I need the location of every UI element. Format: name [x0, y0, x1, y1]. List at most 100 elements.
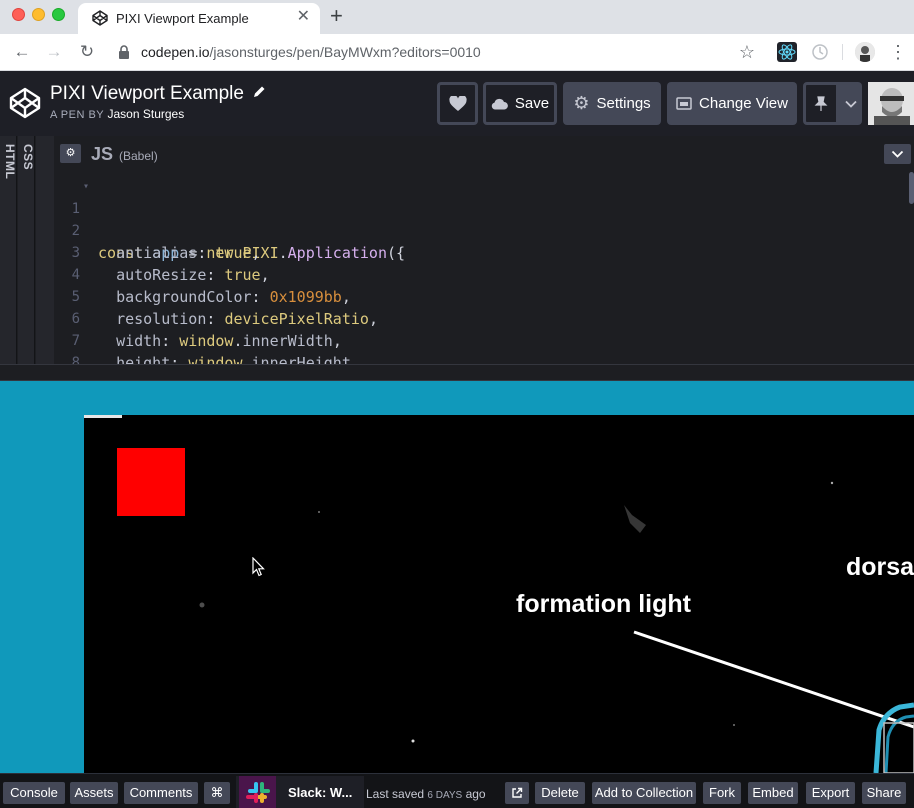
editor-scrollbar[interactable] — [909, 172, 914, 204]
preview-pane[interactable]: formation light dorsa — [0, 381, 914, 773]
profile-avatar-icon[interactable] — [855, 42, 875, 62]
code-line: 1 ▾ const app = new PIXI.Application({ — [54, 176, 406, 262]
save-label: Save — [514, 95, 550, 112]
code-token: true — [215, 244, 252, 262]
code-token: window — [179, 332, 234, 350]
codepen-logo-icon[interactable] — [9, 87, 41, 119]
js-settings-gear-icon[interactable]: ⚙ — [60, 144, 81, 163]
code-token: antialias — [116, 244, 198, 262]
code-line: 2 antialias: true, — [54, 198, 261, 262]
code-token: . — [233, 332, 243, 350]
export-button[interactable]: Export — [806, 782, 855, 804]
layout-icon — [676, 97, 692, 110]
slack-logo-icon — [239, 776, 276, 808]
embed-button[interactable]: Embed — [748, 782, 798, 804]
codepen-favicon-icon — [92, 10, 108, 26]
code-token: devicePixelRatio — [224, 310, 369, 328]
code-token: Application — [287, 244, 387, 262]
open-external-button[interactable] — [505, 782, 529, 804]
code-token: , — [260, 266, 270, 284]
fork-button[interactable]: Fork — [703, 782, 741, 804]
editor-resize-handle[interactable] — [0, 364, 914, 381]
tab-title: PIXI Viewport Example — [116, 11, 249, 26]
tab-close-icon[interactable]: ✕ — [297, 8, 310, 26]
editor-collapse-button[interactable] — [884, 144, 911, 164]
external-link-icon — [512, 787, 523, 798]
html-tab-label: HTML — [3, 144, 17, 180]
pin-dropdown-button[interactable] — [839, 82, 862, 125]
fold-arrow-icon[interactable]: ▾ — [83, 176, 89, 198]
editor-area: HTML CSS ⚙ JS (Babel) 1 ▾ const app = ne… — [0, 136, 914, 394]
new-tab-icon[interactable]: + — [330, 3, 343, 29]
html-editor-tab[interactable]: HTML — [0, 136, 17, 368]
browser-tab[interactable]: PIXI Viewport Example ✕ — [78, 3, 320, 34]
comments-button[interactable]: Comments — [124, 782, 198, 804]
url-path: /jasonsturges/pen/BayMWxm?editors=0010 — [209, 44, 481, 60]
pencil-icon[interactable] — [252, 85, 266, 99]
address-bar: ← → ↻ codepen.io/jasonsturges/pen/BayMWx… — [0, 34, 914, 71]
user-avatar[interactable] — [868, 82, 914, 125]
chevron-down-icon — [891, 150, 904, 158]
js-code-editor[interactable]: 1 ▾ const app = new PIXI.Application({ 2… — [54, 176, 914, 394]
bookmark-star-icon[interactable]: ☆ — [737, 42, 757, 62]
code-token: autoResize — [116, 266, 207, 284]
code-token: . — [278, 244, 288, 262]
change-view-button[interactable]: Change View — [667, 82, 797, 125]
minimize-window-button[interactable] — [32, 8, 45, 21]
author-link[interactable]: Jason Sturges — [108, 107, 185, 121]
code-token: width — [116, 332, 162, 350]
assets-button[interactable]: Assets — [70, 782, 118, 804]
settings-button[interactable]: ⚙ Settings — [563, 82, 661, 125]
code-token: : — [197, 244, 216, 262]
settings-label: Settings — [596, 95, 651, 112]
label-formation-light: formation light — [516, 590, 691, 618]
toolbar-separator — [842, 44, 843, 60]
url-field[interactable]: codepen.io/jasonsturges/pen/BayMWxm?edit… — [141, 44, 481, 60]
pin-button[interactable] — [803, 82, 839, 125]
save-button[interactable]: Save — [483, 82, 557, 125]
console-button[interactable]: Console — [3, 782, 65, 804]
code-token: , — [332, 332, 342, 350]
code-line: 8 }); — [54, 330, 126, 394]
code-line: 5 resolution: devicePixelRatio, — [54, 264, 378, 328]
css-editor-tab[interactable]: CSS — [18, 136, 35, 368]
code-line: 4 backgroundColor: 0x1099bb, — [54, 242, 351, 306]
code-token: true — [224, 266, 261, 284]
love-button[interactable] — [437, 82, 478, 125]
last-saved-prefix: Last saved — [366, 787, 425, 801]
url-host: codepen.io — [141, 44, 210, 60]
pixi-canvas[interactable]: formation light dorsa — [84, 415, 914, 773]
browser-menu-icon[interactable]: ⋮ — [888, 42, 908, 62]
js-editor-header: ⚙ JS (Babel) — [54, 136, 914, 172]
last-saved-when: 6 DAYS — [427, 790, 463, 801]
share-button[interactable]: Share — [862, 782, 906, 804]
pen-title[interactable]: PIXI Viewport Example — [50, 83, 244, 105]
cloud-icon — [491, 98, 508, 109]
add-to-collection-button[interactable]: Add to Collection — [592, 782, 696, 804]
code-token: ({ — [387, 244, 406, 262]
codepen-header: PIXI Viewport Example A PEN BY Jason Stu… — [0, 71, 914, 136]
reload-icon[interactable]: ↻ — [76, 41, 98, 63]
red-square-sprite[interactable] — [117, 448, 185, 516]
extension-timer-icon[interactable] — [810, 42, 830, 62]
browser-tabstrip: PIXI Viewport Example ✕ + — [0, 0, 914, 34]
code-token: resolution — [116, 310, 207, 328]
forward-arrow-icon[interactable]: → — [43, 41, 65, 63]
back-arrow-icon[interactable]: ← — [11, 41, 33, 63]
code-token: , — [368, 310, 378, 328]
code-token: : — [206, 266, 225, 284]
delete-button[interactable]: Delete — [535, 782, 585, 804]
slack-taskbar-item[interactable]: Slack: W... — [236, 776, 364, 808]
lock-icon[interactable] — [118, 45, 130, 59]
close-window-button[interactable] — [12, 8, 25, 21]
viewport-graphics — [84, 415, 914, 773]
code-token: backgroundColor — [116, 288, 252, 306]
keyboard-shortcuts-button[interactable]: ⌘ — [204, 782, 230, 804]
maximize-window-button[interactable] — [52, 8, 65, 21]
code-token: 0x1099bb — [269, 288, 342, 306]
pen-author-line: A PEN BY Jason Sturges — [50, 107, 184, 121]
react-devtools-icon[interactable] — [777, 42, 797, 62]
mouse-cursor-icon — [252, 557, 265, 577]
code-token: : — [161, 332, 180, 350]
code-line: 9 — [54, 352, 108, 360]
